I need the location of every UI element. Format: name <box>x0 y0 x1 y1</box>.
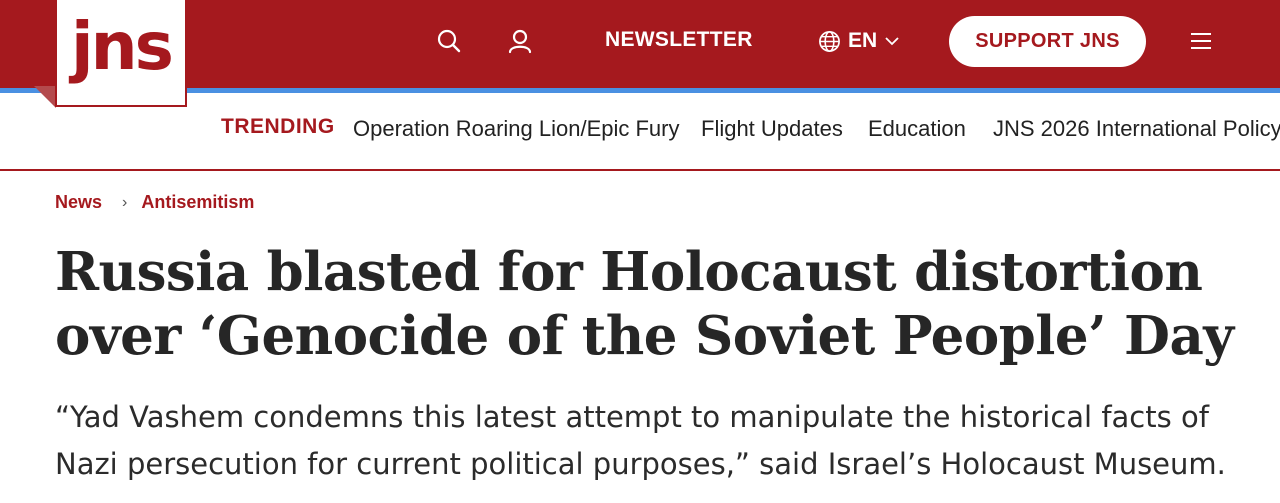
language-label: EN <box>848 29 878 52</box>
trending-link[interactable]: JNS 2026 International Policy <box>993 116 1280 142</box>
article-headline: Russia blasted for Holocaust distortion … <box>55 241 1234 367</box>
menu-icon <box>1191 33 1211 49</box>
account-button[interactable] <box>505 26 535 56</box>
trending-link[interactable]: Flight Updates <box>701 116 843 142</box>
menu-button[interactable] <box>1186 26 1216 56</box>
search-icon <box>437 29 461 53</box>
chevron-right-icon: › <box>122 193 128 211</box>
trending-label: TRENDING <box>221 115 335 138</box>
site-logo[interactable]: jns <box>55 0 187 107</box>
breadcrumb-antisemitism[interactable]: Antisemitism <box>141 192 254 213</box>
support-button[interactable]: SUPPORT JNS <box>949 16 1146 67</box>
logo-text: jns <box>71 7 174 85</box>
user-icon <box>508 29 532 54</box>
language-selector[interactable]: EN <box>818 26 900 56</box>
breadcrumb: News › Antisemitism <box>55 192 254 213</box>
trending-link[interactable]: Education <box>868 116 966 142</box>
trending-bar: TRENDING Operation Roaring Lion/Epic Fur… <box>0 93 1280 171</box>
article-subhead: “Yad Vashem condemns this latest attempt… <box>55 400 1226 481</box>
globe-icon <box>819 30 840 52</box>
breadcrumb-news[interactable]: News <box>55 192 102 213</box>
newsletter-link[interactable]: NEWSLETTER <box>605 28 753 56</box>
chevron-down-icon <box>885 37 899 46</box>
search-button[interactable] <box>434 26 464 56</box>
trending-link[interactable]: Operation Roaring Lion/Epic Fury <box>353 116 680 142</box>
